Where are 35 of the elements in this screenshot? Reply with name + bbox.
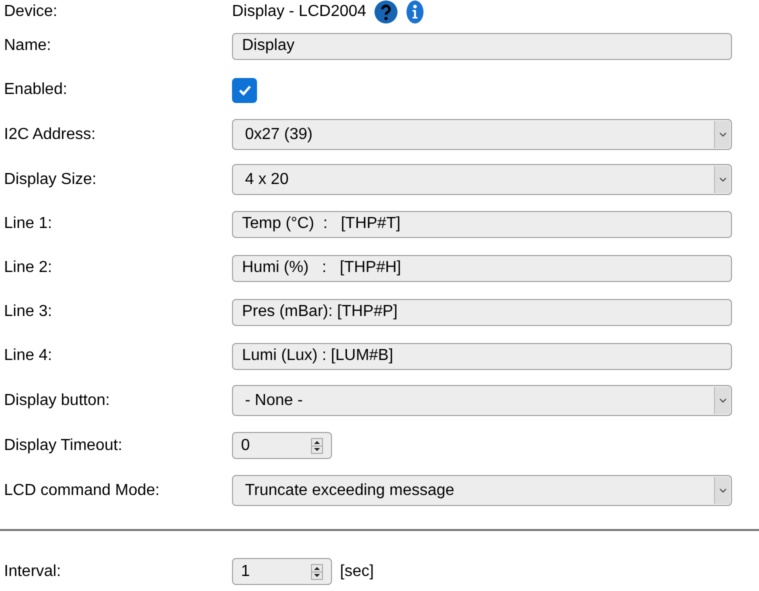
select-field[interactable]: 4 x 20 [232,164,732,195]
info-icon[interactable] [406,0,424,24]
spinner-icon[interactable] [311,438,323,454]
text-field[interactable]: Temp (°C) : [THP#T] [232,210,732,238]
number-field[interactable]: 1 [232,558,332,585]
field-label: Interval: [4,562,62,582]
field-label: Name: [4,36,52,56]
select-field[interactable]: 0x27 (39) [232,119,732,150]
field-label: Display Size: [4,170,98,190]
caret-icon [714,166,730,193]
caret-icon [714,387,730,414]
field-label: Line 3: [4,302,54,322]
spinner-icon[interactable] [311,564,323,580]
select-field[interactable]: - None - [232,385,732,416]
field-label: Display button: [4,390,111,410]
device-name: Display - LCD2004 [232,2,366,22]
field-label: LCD command Mode: [4,480,161,500]
field-label: Device: [4,2,58,22]
checkbox[interactable] [232,78,257,102]
text-field[interactable]: Humi (%) : [THP#H] [232,254,732,282]
text-field[interactable]: Lumi (Lux) : [LUM#B] [232,342,732,370]
caret-icon [714,477,730,504]
field-label: Enabled: [4,80,68,100]
field-label: Line 4: [4,346,54,366]
unit-label: [sec] [340,562,374,582]
field-label: Line 1: [4,214,54,234]
field-label: Line 2: [4,258,54,278]
field-label: I2C Address: [4,124,97,144]
help-icon[interactable] [374,0,398,24]
number-field[interactable]: 0 [232,432,332,459]
text-field[interactable]: Pres (mBar): [THP#P] [232,298,732,326]
caret-icon [714,121,730,148]
select-field[interactable]: Truncate exceeding message [232,475,732,506]
text-field[interactable]: Display [232,32,732,60]
field-label: Display Timeout: [4,436,124,456]
